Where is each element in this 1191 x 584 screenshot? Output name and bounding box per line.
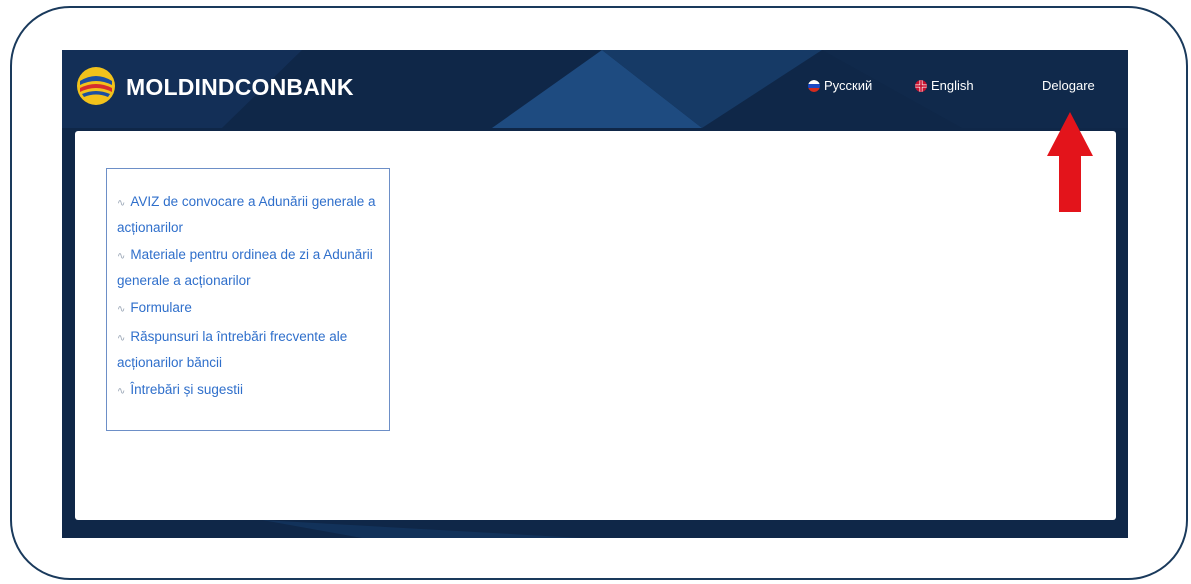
language-english-link[interactable]: English [915,78,974,93]
site-header: MOLDINDCONBANK Русский English Delogare [62,50,1128,128]
menu-item-faq-link[interactable]: ∿ Răspunsuri la întrebări frecvente ale a… [117,325,377,375]
shareholder-menu: ∿ AVIZ de convocare a Adunării generale a… [106,168,390,431]
link-bullet-icon: ∿ [117,333,126,344]
menu-item-agenda-materials-link[interactable]: ∿ Materiale pentru ordinea de zi a Adunăr… [117,243,377,293]
language-russian-link[interactable]: Русский [808,78,872,93]
russia-flag-icon [808,79,820,92]
menu-item-questions-link[interactable]: ∿ Întrebări și sugestii [117,378,377,404]
bank-logo-icon [77,67,115,105]
logout-link[interactable]: Delogare [1042,78,1095,93]
menu-item-forms-link[interactable]: ∿ Formulare [117,296,377,322]
red-arrow-annotation-icon [1047,112,1093,212]
main-content-panel: ∿ AVIZ de convocare a Adunării generale a… [75,131,1116,520]
language-english-label: English [931,78,974,93]
link-bullet-icon: ∿ [117,198,126,209]
uk-flag-icon [915,79,927,92]
language-russian-label: Русский [824,78,873,93]
menu-item-aviz-link[interactable]: ∿ AVIZ de convocare a Adunării generale a… [117,190,377,240]
browser-screenshot: MOLDINDCONBANK Русский English Delogare … [62,50,1128,538]
link-bullet-icon: ∿ [117,304,126,315]
link-bullet-icon: ∿ [117,386,126,397]
brand-name: MOLDINDCONBANK [126,74,354,100]
link-bullet-icon: ∿ [117,251,126,262]
